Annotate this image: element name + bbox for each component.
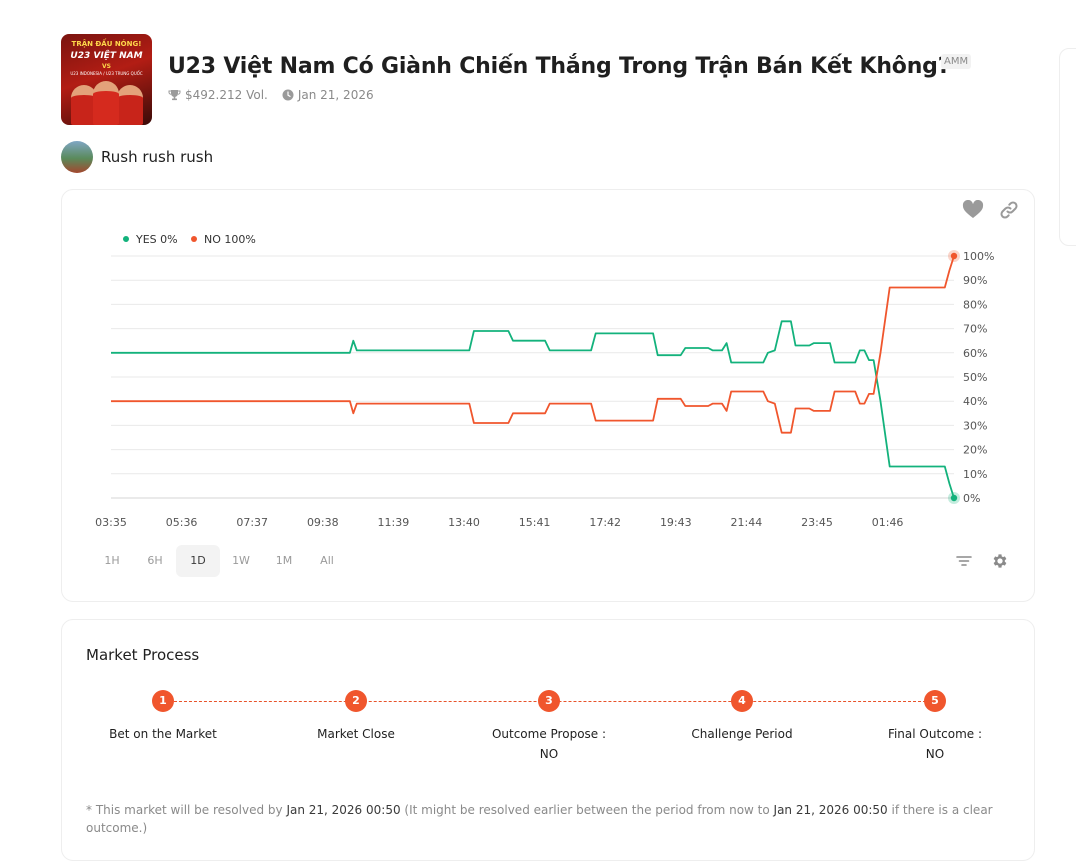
step-1-label: Bet on the Market [109, 727, 217, 741]
y-tick-label: 60% [963, 347, 987, 360]
y-tick-label: 90% [963, 274, 987, 287]
thumbnail-line-1: TRẬN ĐẤU NÓNG! [71, 40, 142, 48]
range-tab-1h[interactable]: 1H [90, 545, 134, 577]
x-tick-label: 03:35 [95, 516, 127, 529]
x-tick-label: 15:41 [519, 516, 551, 529]
step-5-number: 5 [924, 690, 946, 712]
y-tick-label: 40% [963, 395, 987, 408]
x-tick-label: 05:36 [166, 516, 198, 529]
volume-text: $492.212 Vol. [185, 88, 268, 102]
x-tick-label: 21:44 [731, 516, 763, 529]
thumbnail-line-3: VS [102, 63, 111, 70]
series-endpoint [950, 494, 958, 502]
series-endpoint [950, 252, 958, 260]
step-2-label: Market Close [317, 727, 395, 741]
legend-marker [191, 236, 197, 242]
creator-name[interactable]: Rush rush rush [101, 148, 213, 166]
x-tick-label: 19:43 [660, 516, 692, 529]
market-process-title: Market Process [86, 646, 200, 664]
series-line-yes [111, 320, 955, 499]
range-tab-1m[interactable]: 1M [262, 545, 306, 577]
note-date-1: Jan 21, 2026 00:50 [286, 803, 401, 817]
range-tab-6h[interactable]: 6H [133, 545, 177, 577]
step-3-number: 3 [538, 690, 560, 712]
y-tick-label: 70% [963, 323, 987, 336]
market-process-card: Market Process 1 2 3 4 5 Bet on the Mark… [61, 619, 1035, 861]
note-part-2: (It might be resolved earlier between th… [400, 803, 774, 817]
range-tab-1d[interactable]: 1D [176, 545, 220, 577]
x-tick-label: 07:37 [236, 516, 268, 529]
thumbnail-players [69, 81, 144, 125]
step-1-number: 1 [152, 690, 174, 712]
thumbnail-line-4: U23 INDONESIA / U23 TRUNG QUỐC [70, 71, 143, 76]
step-3-label: Outcome Propose : [491, 727, 607, 741]
amm-badge: AMM [941, 54, 972, 69]
page-title: U23 Việt Nam Có Giành Chiến Thắng Trong … [168, 54, 951, 79]
market-thumbnail: TRẬN ĐẤU NÓNG! U23 VIỆT NAM VS U23 INDON… [61, 34, 152, 125]
step-5-label: Final Outcome : [887, 727, 983, 741]
step-3-outcome: NO [539, 747, 559, 761]
y-tick-label: 20% [963, 444, 987, 457]
y-tick-label: 100% [963, 250, 994, 263]
avatar[interactable] [61, 141, 93, 173]
range-tab-1w[interactable]: 1W [219, 545, 263, 577]
chart-card: 0% 10% 20% 30% 40% 50% 60% 70% 80% 90% 100% 03:35 05… [61, 189, 1035, 602]
step-4: Challenge Period [662, 724, 822, 744]
date-text: Jan 21, 2026 [297, 88, 374, 102]
market-meta: $492.212 Vol. Jan 21, 2026 [168, 88, 388, 102]
filter-icon[interactable] [955, 553, 973, 569]
note-part-1: * This market will be resolved by [86, 803, 287, 817]
y-tick-label: 30% [963, 419, 987, 432]
y-tick-label: 10% [963, 468, 987, 481]
x-tick-label: 11:39 [378, 516, 410, 529]
y-tick-label: 80% [963, 298, 987, 311]
creator[interactable]: Rush rush rush [61, 141, 213, 173]
x-tick-label: 01:46 [872, 516, 904, 529]
price-chart: 0% 10% 20% 30% 40% 50% 60% 70% 80% 90% 100% 03:35 05… [95, 233, 994, 529]
step-2-number: 2 [345, 690, 367, 712]
range-tab-all[interactable]: All [305, 545, 349, 577]
note-date-2: Jan 21, 2026 00:50 [773, 803, 888, 817]
range-tabs: 1H 6H 1D 1W 1M All [90, 545, 348, 577]
step-4-label: Challenge Period [691, 727, 793, 741]
x-tick-label: 13:40 [448, 516, 480, 529]
resolution-note: * This market will be resolved by Jan 21… [86, 801, 1006, 837]
series-line-no [111, 255, 955, 434]
gear-icon[interactable] [991, 552, 1009, 570]
legend-marker [123, 236, 129, 242]
side-panel-edge [1059, 48, 1076, 246]
legend-label: NO 100% [204, 233, 256, 246]
clock-icon [282, 89, 294, 101]
step-3: Outcome Propose : NO [469, 724, 629, 764]
step-5: Final Outcome : NO [855, 724, 1015, 764]
legend-label: YES 0% [135, 233, 178, 246]
trophy-icon [168, 90, 181, 101]
x-tick-label: 09:38 [307, 516, 339, 529]
step-4-number: 4 [731, 690, 753, 712]
step-1: Bet on the Market [83, 724, 243, 744]
x-tick-label: 23:45 [801, 516, 833, 529]
y-tick-label: 0% [963, 492, 980, 505]
thumbnail-line-2: U23 VIỆT NAM [70, 51, 143, 61]
step-5-outcome: NO [925, 747, 945, 761]
x-tick-label: 17:42 [589, 516, 621, 529]
step-2: Market Close [276, 724, 436, 744]
y-tick-label: 50% [963, 371, 987, 384]
